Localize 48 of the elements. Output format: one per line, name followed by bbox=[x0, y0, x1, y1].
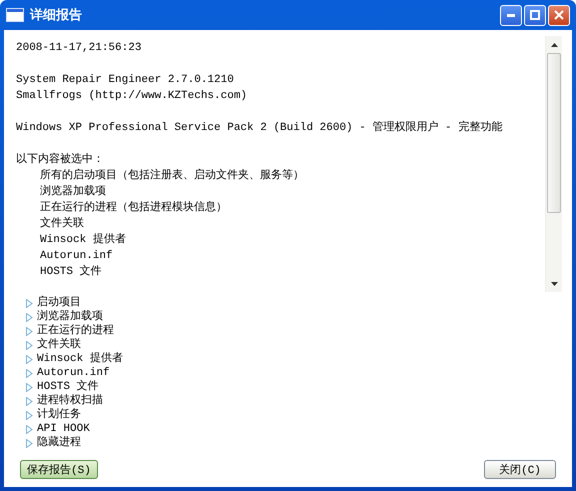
maximize-button[interactable] bbox=[524, 4, 546, 26]
tree-item[interactable]: 正在运行的进程 bbox=[14, 324, 562, 338]
tree-item[interactable]: Autorun.inf bbox=[14, 366, 562, 380]
report-heading: 以下内容被选中： bbox=[16, 152, 105, 168]
collapsed-arrow-icon[interactable] bbox=[26, 312, 33, 322]
collapsed-arrow-icon[interactable] bbox=[26, 382, 33, 392]
scroll-up-icon[interactable] bbox=[550, 42, 558, 46]
close-icon[interactable] bbox=[554, 10, 564, 20]
tree-item[interactable]: Winsock 提供者 bbox=[14, 352, 562, 366]
tree-item[interactable]: 计划任务 bbox=[14, 408, 562, 422]
report-line: Autorun.inf bbox=[39, 249, 114, 264]
scrollbar[interactable] bbox=[545, 36, 562, 292]
tree-item[interactable]: 文件关联 bbox=[14, 338, 562, 352]
minimize-icon[interactable] bbox=[507, 14, 515, 16]
tree-item[interactable]: 进程特权扫描 bbox=[14, 394, 562, 408]
tree-item[interactable]: 隐藏进程 bbox=[14, 436, 562, 450]
report-line: 正在运行的进程（包括进程模块信息） bbox=[39, 200, 228, 216]
report-line: System Repair Engineer 2.7.0.1210 bbox=[16, 73, 235, 88]
report-line: 所有的启动项目（包括注册表、启动文件夹、服务等） bbox=[39, 168, 305, 184]
scroll-down-icon[interactable] bbox=[550, 282, 558, 286]
tree-item[interactable]: 启动项目 bbox=[14, 296, 562, 310]
report-line: 浏览器加载项 bbox=[39, 184, 107, 200]
collapsed-arrow-icon[interactable] bbox=[26, 424, 33, 434]
maximize-icon[interactable] bbox=[530, 10, 540, 20]
report-line: HOSTS 文件 bbox=[39, 264, 103, 280]
collapsed-arrow-icon[interactable] bbox=[26, 396, 33, 406]
scroll-thumb[interactable] bbox=[547, 53, 561, 213]
report-line: 文件关联 bbox=[39, 216, 85, 232]
close-button[interactable] bbox=[548, 4, 570, 26]
collapsed-arrow-icon[interactable] bbox=[26, 354, 33, 364]
collapsed-arrow-icon[interactable] bbox=[26, 326, 33, 336]
window-icon bbox=[6, 8, 24, 22]
tree-item[interactable]: 浏览器加载项 bbox=[14, 310, 562, 324]
window-title: 详细报告 bbox=[30, 6, 83, 24]
collapsed-arrow-icon[interactable] bbox=[26, 368, 33, 378]
close-dialog-button[interactable]: 关闭(C) bbox=[484, 460, 556, 479]
collapsed-arrow-icon[interactable] bbox=[26, 298, 33, 308]
report-line: Winsock 提供者 bbox=[39, 232, 127, 248]
report-line: 2008-11-17,21:56:23 bbox=[16, 41, 142, 56]
save-report-button[interactable]: 保存报告(S) bbox=[20, 460, 98, 479]
collapsed-arrow-icon[interactable] bbox=[26, 438, 33, 448]
minimize-button[interactable] bbox=[500, 4, 522, 26]
collapsed-arrow-icon[interactable] bbox=[26, 340, 33, 350]
report-line: Windows XP Professional Service Pack 2 (Build 2600) - 管理权限用户 - 完整功能 bbox=[16, 120, 504, 136]
tree-item[interactable]: API HOOK bbox=[14, 422, 562, 436]
report-line: Smallfrogs (http://www.KZTechs.com) bbox=[16, 89, 248, 104]
collapsed-arrow-icon[interactable] bbox=[26, 410, 33, 420]
tree-item[interactable]: HOSTS 文件 bbox=[14, 380, 562, 394]
